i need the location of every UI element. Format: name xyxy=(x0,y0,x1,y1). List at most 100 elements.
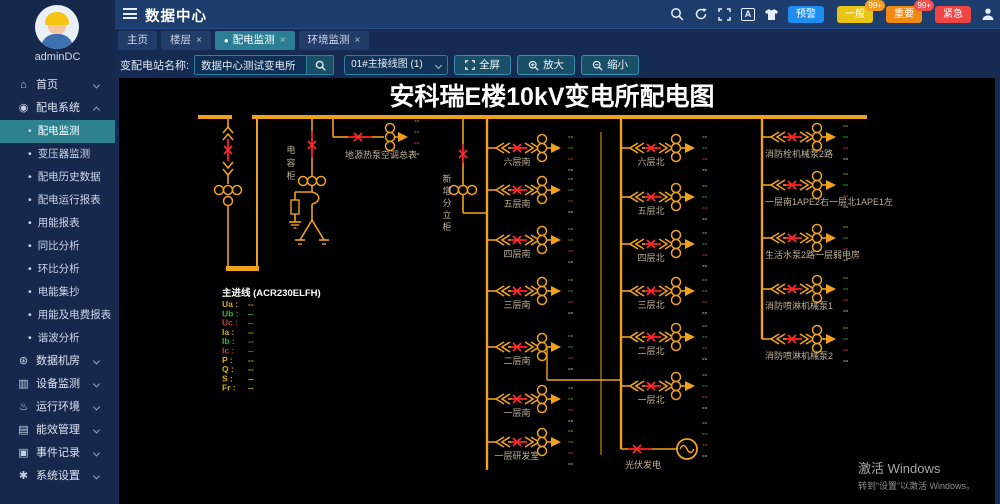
sidebar-item-2[interactable]: ⊛数据机房 xyxy=(0,350,115,373)
station-name-input[interactable] xyxy=(194,55,306,75)
feeder-label: 消防栓机械泵2路 xyxy=(765,148,833,159)
tab-3[interactable]: 环境监测× xyxy=(299,31,370,50)
value-dash: -- xyxy=(843,154,849,163)
bullet-icon: • xyxy=(28,120,32,143)
avatar[interactable] xyxy=(35,5,79,49)
fullscreen-button[interactable]: 全屏 xyxy=(454,55,511,75)
meter-name: Fr : xyxy=(222,383,236,393)
sidebar-subitem[interactable]: •配电历史数据 xyxy=(0,166,115,189)
refresh-icon[interactable] xyxy=(693,7,708,22)
feeder-label: 六层北 xyxy=(637,156,664,167)
data-room-icon: ⊛ xyxy=(17,350,30,373)
home-icon: ⌂ xyxy=(17,74,30,97)
diagram-select[interactable]: 01#主接线图 (1) xyxy=(344,55,448,75)
sidebar-subitem-label: 谐波分析 xyxy=(38,332,80,344)
sidebar-item-5[interactable]: ▤能效管理 xyxy=(0,419,115,442)
menu-toggle-icon[interactable] xyxy=(123,8,137,19)
chevron-down-icon xyxy=(93,403,100,410)
feeder-label: 一层研发室 xyxy=(494,450,539,461)
sidebar-subitem[interactable]: •变压器监测 xyxy=(0,143,115,166)
sidebar-item-label: 系统设置 xyxy=(36,470,80,482)
diagram-canvas[interactable]: 安科瑞E楼10kV变电所配电图电容柜--------地源热泵空调总表新增分立柜-… xyxy=(119,78,995,504)
chevron-down-icon xyxy=(93,81,100,88)
sidebar-subitem[interactable]: •同比分析 xyxy=(0,235,115,258)
zoom-in-button[interactable]: 放大 xyxy=(517,55,575,75)
value-dash: -- xyxy=(843,121,849,130)
station-search-button[interactable] xyxy=(306,55,334,75)
windows-watermark: 激活 Windows 转到“设置”以激活 Windows。 xyxy=(858,458,975,492)
alarm-button-label: 紧急 xyxy=(943,9,963,20)
sidebar-subitem[interactable]: •用能及电费报表 xyxy=(0,304,115,327)
value-dash: -- xyxy=(702,261,708,270)
value-dash: -- xyxy=(568,224,574,233)
translate-icon[interactable]: A xyxy=(741,8,755,21)
sidebar-subitem[interactable]: •电能集抄 xyxy=(0,281,115,304)
feeder-branch: --------消防栓机械泵2路 xyxy=(762,121,849,163)
sidebar-subitem[interactable]: •配电监测 xyxy=(0,120,115,143)
alarm-button-0[interactable]: 预警 xyxy=(788,6,824,23)
tab-1[interactable]: 楼层× xyxy=(161,31,211,50)
tab-close-icon[interactable]: × xyxy=(280,35,286,46)
new-cabinet-branch: 新增分立柜 xyxy=(442,117,487,232)
sidebar-subitem[interactable]: •用能报表 xyxy=(0,212,115,235)
chevron-down-icon xyxy=(435,62,442,69)
feeder-branch: --------四层南 xyxy=(487,224,574,266)
single-line-diagram[interactable]: 安科瑞E楼10kV变电所配电图电容柜--------地源热泵空调总表新增分立柜-… xyxy=(119,78,995,504)
top-header: 数据中心 A 预警一般99+重要99+紧急 xyxy=(115,0,1000,28)
tab-0[interactable]: 主页 xyxy=(118,31,157,50)
value-dash: -- xyxy=(568,426,574,435)
capacitor-label: 容 xyxy=(286,157,295,168)
sidebar-item-7[interactable]: ✱系统设置 xyxy=(0,465,115,488)
sidebar-subitem[interactable]: • 谐波分析 xyxy=(0,327,115,350)
bullet-icon: • xyxy=(28,327,32,350)
power-system-icon: ◉ xyxy=(17,97,30,120)
feeder-label: 消防喷淋机械泵1 xyxy=(765,300,833,311)
sidebar-subitem[interactable]: •配电运行报表 xyxy=(0,189,115,212)
sidebar-item-1[interactable]: ◉配电系统 xyxy=(0,97,115,120)
sidebar-item-0[interactable]: ⌂首页 xyxy=(0,74,115,97)
feeder-label: 三层南 xyxy=(503,299,530,310)
feeder-label: 一层南 xyxy=(503,407,530,418)
search-icon[interactable] xyxy=(669,7,684,22)
value-dash: -- xyxy=(702,250,708,259)
sidebar-item-label: 事件记录 xyxy=(36,447,80,459)
feeder-label: 一层南1APE2右一层北1APE1左 xyxy=(765,196,893,207)
feeder-branch: --------一层南 xyxy=(487,383,574,425)
sidebar-item-6[interactable]: ▣事件记录 xyxy=(0,442,115,465)
value-dash: -- xyxy=(702,354,708,363)
sidebar-subitem[interactable]: •环比分析 xyxy=(0,258,115,281)
value-dash: -- xyxy=(568,286,574,295)
feeder-branch: --------五层南 xyxy=(487,174,574,216)
value-dash: -- xyxy=(702,297,708,306)
active-dot-icon: ● xyxy=(224,36,229,45)
alarm-button-3[interactable]: 紧急 xyxy=(935,6,971,23)
tab-close-icon[interactable]: × xyxy=(196,35,202,46)
station-name-label: 变配电站名称: xyxy=(120,57,189,73)
meter-panel-title: 主进线 (ACR230ELFH) xyxy=(222,287,321,299)
alarm-button-1[interactable]: 一般99+ xyxy=(837,6,873,23)
sidebar-item-3[interactable]: ▥设备监测 xyxy=(0,373,115,396)
sidebar-subitem-label: 配电运行报表 xyxy=(38,194,101,206)
value-dash: -- xyxy=(568,297,574,306)
theme-icon[interactable] xyxy=(764,7,779,22)
tab-close-icon[interactable]: × xyxy=(355,35,361,46)
value-dash: -- xyxy=(843,222,849,231)
tab-2[interactable]: ●配电监测× xyxy=(215,31,295,50)
feeder-branch: --------五层北 xyxy=(621,181,708,223)
value-dash: -- xyxy=(702,343,708,352)
value-dash: -- xyxy=(843,169,849,178)
value-dash: -- xyxy=(702,192,708,201)
user-icon[interactable] xyxy=(980,7,995,22)
sidebar-item-4[interactable]: ♨运行环境 xyxy=(0,396,115,419)
value-dash: -- xyxy=(568,394,574,403)
value-dash: -- xyxy=(702,165,708,174)
sidebar-item-label: 运行环境 xyxy=(36,401,80,413)
feeder-label: 五层南 xyxy=(503,198,530,209)
value-dash: -- xyxy=(702,370,708,379)
bullet-icon: • xyxy=(28,166,32,189)
zoom-out-button[interactable]: 缩小 xyxy=(581,55,639,75)
feeder-branch: --------四层北 xyxy=(621,228,708,270)
alarm-button-2[interactable]: 重要99+ xyxy=(886,6,922,23)
value-dash: -- xyxy=(702,275,708,284)
fullscreen-icon[interactable] xyxy=(717,7,732,22)
